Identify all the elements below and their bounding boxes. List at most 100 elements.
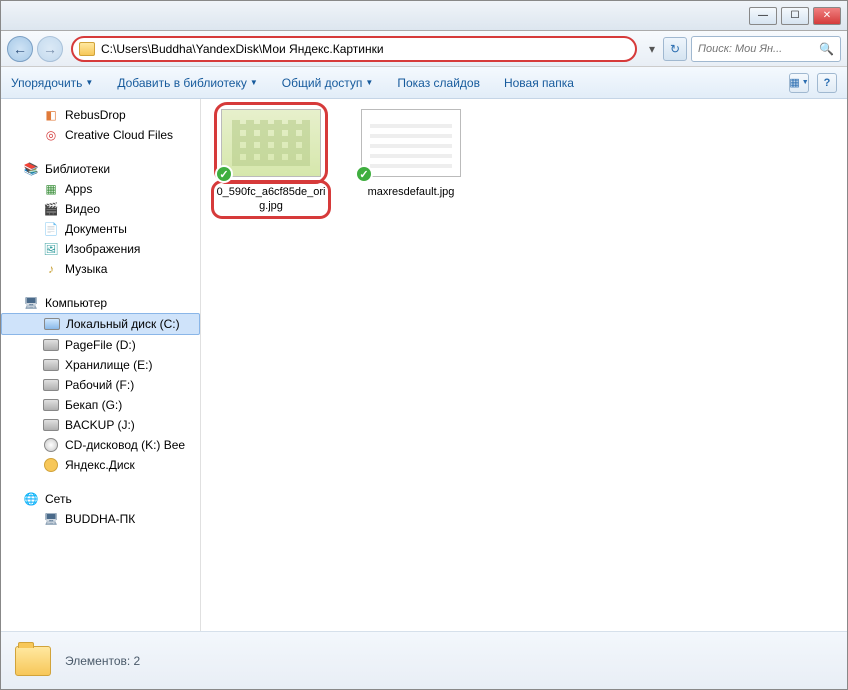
help-button[interactable]: ? [817, 73, 837, 93]
video-icon: 🎬 [43, 201, 59, 217]
sidebar-item-buddha-pc[interactable]: 🖥 BUDDHA-ПК [1, 509, 200, 529]
sidebar-item-label: Хранилище (E:) [65, 358, 152, 372]
network-icon: 🌐 [23, 491, 39, 507]
drive-icon [43, 379, 59, 391]
file-list[interactable]: ✓ 0_590fc_a6cf85de_orig.jpg ✓ maxresdefault… [201, 99, 847, 631]
sidebar-item-label: BACKUP (J:) [65, 418, 135, 432]
sidebar-item-backup-j[interactable]: BACKUP (J:) [1, 415, 200, 435]
refresh-button[interactable]: ↻ [663, 37, 687, 61]
file-thumbnail: ✓ [221, 109, 321, 177]
close-button[interactable]: ✕ [813, 7, 841, 25]
sidebar-item-label: Локальный диск (C:) [66, 317, 180, 331]
forward-button[interactable]: → [37, 36, 63, 62]
folder-icon [79, 42, 95, 56]
yandex-disk-icon [44, 458, 58, 472]
folder-icon [15, 646, 51, 676]
search-icon: 🔍 [819, 42, 834, 56]
sidebar-item-yandex-disk[interactable]: Яндекс.Диск [1, 455, 200, 475]
titlebar: — ☐ ✕ [1, 1, 847, 31]
status-bar: Элементов: 2 [1, 631, 847, 689]
navigation-bar: ← → ▾ ↻ 🔍 [1, 31, 847, 67]
new-folder-label: Новая папка [504, 76, 574, 90]
file-name-label: maxresdefault.jpg [368, 185, 455, 199]
status-text: Элементов: 2 [65, 654, 140, 668]
sidebar-item-backup-g[interactable]: Бекап (G:) [1, 395, 200, 415]
sidebar-item-apps[interactable]: ▦ Apps [1, 179, 200, 199]
sidebar-item-label: PageFile (D:) [65, 338, 136, 352]
sidebar-item-libraries[interactable]: 📚 Библиотеки [1, 159, 200, 179]
add-to-library-menu[interactable]: Добавить в библиотеку ▼ [117, 76, 257, 90]
sidebar-item-label: Creative Cloud Files [65, 128, 173, 142]
apps-icon: ▦ [43, 181, 59, 197]
search-box[interactable]: 🔍 [691, 36, 841, 62]
sidebar-item-label: CD-дисковод (K:) Bee [65, 438, 185, 452]
minimize-button[interactable]: — [749, 7, 777, 25]
sidebar-item-images[interactable]: 🖼 Изображения [1, 239, 200, 259]
search-input[interactable] [698, 43, 815, 55]
chevron-down-icon: ▼ [802, 79, 809, 86]
slideshow-button[interactable]: Показ слайдов [397, 76, 480, 90]
thumbnail-image [361, 109, 461, 177]
sidebar-item-label: Рабочий (F:) [65, 378, 134, 392]
view-icon: ▦ [789, 76, 799, 89]
sidebar-item-label: Сеть [45, 492, 72, 506]
maximize-button[interactable]: ☐ [781, 7, 809, 25]
sidebar-item-label: Документы [65, 222, 127, 236]
back-button[interactable]: ← [7, 36, 33, 62]
libraries-icon: 📚 [23, 161, 39, 177]
file-thumbnail: ✓ [361, 109, 461, 177]
computer-icon: 🖥 [23, 295, 39, 311]
view-options-button[interactable]: ▦ ▼ [789, 73, 809, 93]
computer-icon: 🖥 [43, 511, 59, 527]
file-item[interactable]: ✓ maxresdefault.jpg [351, 109, 471, 214]
arrow-left-icon: ← [13, 41, 27, 57]
chevron-down-icon: ▼ [250, 78, 258, 87]
sidebar-item-label: Apps [65, 182, 92, 196]
sidebar-item-cdrom[interactable]: CD-дисковод (K:) Bee [1, 435, 200, 455]
sidebar-item-documents[interactable]: 📄 Документы [1, 219, 200, 239]
sidebar-item-pagefile[interactable]: PageFile (D:) [1, 335, 200, 355]
sidebar-item-video[interactable]: 🎬 Видео [1, 199, 200, 219]
sidebar-item-drive-c[interactable]: Локальный диск (C:) [1, 313, 200, 335]
music-icon: ♪ [43, 261, 59, 277]
organize-label: Упорядочить [11, 76, 82, 90]
sidebar-item-label: Видео [65, 202, 100, 216]
thumbnail-image [221, 109, 321, 177]
sidebar-item-creative-cloud[interactable]: ◎ Creative Cloud Files [1, 125, 200, 145]
sync-check-icon: ✓ [215, 165, 233, 183]
body-panel: ◧ RebusDrop ◎ Creative Cloud Files 📚 Биб… [1, 99, 847, 631]
drive-icon [43, 399, 59, 411]
documents-icon: 📄 [43, 221, 59, 237]
sidebar-item-music[interactable]: ♪ Музыка [1, 259, 200, 279]
library-label: Добавить в библиотеку [117, 76, 247, 90]
share-label: Общий доступ [282, 76, 363, 90]
file-item[interactable]: ✓ 0_590fc_a6cf85de_orig.jpg [211, 109, 331, 214]
disc-icon [44, 438, 58, 452]
sidebar-item-computer[interactable]: 🖥 Компьютер [1, 293, 200, 313]
drive-icon [43, 359, 59, 371]
sidebar-item-storage[interactable]: Хранилище (E:) [1, 355, 200, 375]
sidebar-item-rebusdrop[interactable]: ◧ RebusDrop [1, 105, 200, 125]
sidebar-item-label: Изображения [65, 242, 140, 256]
command-bar: Упорядочить ▼ Добавить в библиотеку ▼ Об… [1, 67, 847, 99]
sidebar-item-work[interactable]: Рабочий (F:) [1, 375, 200, 395]
sidebar-item-label: Яндекс.Диск [65, 458, 135, 472]
new-folder-button[interactable]: Новая папка [504, 76, 574, 90]
navigation-tree[interactable]: ◧ RebusDrop ◎ Creative Cloud Files 📚 Биб… [1, 99, 201, 631]
drive-icon [43, 419, 59, 431]
address-bar[interactable] [71, 36, 637, 62]
address-history-dropdown[interactable]: ▾ [645, 42, 659, 56]
file-name-label: 0_590fc_a6cf85de_orig.jpg [216, 185, 326, 214]
organize-menu[interactable]: Упорядочить ▼ [11, 76, 93, 90]
address-input[interactable] [101, 42, 629, 56]
sidebar-item-label: RebusDrop [65, 108, 126, 122]
rebus-icon: ◧ [43, 107, 59, 123]
sidebar-item-network[interactable]: 🌐 Сеть [1, 489, 200, 509]
sidebar-item-label: BUDDHA-ПК [65, 512, 135, 526]
images-icon: 🖼 [43, 241, 59, 257]
sidebar-item-label: Музыка [65, 262, 107, 276]
help-icon: ? [824, 77, 831, 89]
explorer-window: — ☐ ✕ ← → ▾ ↻ 🔍 Упорядочить ▼ Добавить [0, 0, 848, 690]
refresh-icon: ↻ [670, 42, 680, 56]
share-menu[interactable]: Общий доступ ▼ [282, 76, 374, 90]
